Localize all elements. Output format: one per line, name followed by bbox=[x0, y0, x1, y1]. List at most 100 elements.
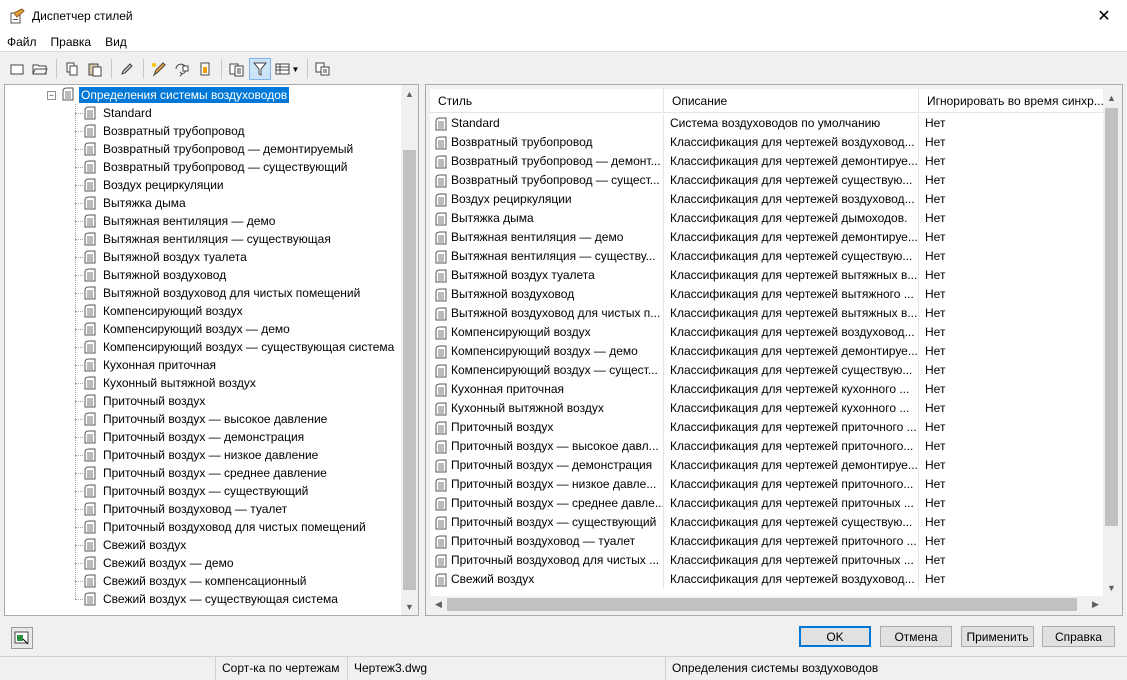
tree-item[interactable]: Свежий воздух — компенсационный bbox=[5, 572, 403, 590]
tree-item[interactable]: Воздух рециркуляции bbox=[5, 176, 403, 194]
tree-item-label: Свежий воздух bbox=[103, 538, 187, 552]
list-row[interactable]: Приточный воздух — существующий Классифик… bbox=[430, 513, 1104, 532]
edit-style-button[interactable] bbox=[116, 58, 138, 80]
list-row[interactable]: Возвратный трубопровод — сущест... Класси… bbox=[430, 171, 1104, 190]
cancel-button[interactable]: Отмена bbox=[880, 626, 952, 647]
tree-item[interactable]: Вытяжка дыма bbox=[5, 194, 403, 212]
list-vertical-scrollbar[interactable]: ▲ ▼ bbox=[1103, 89, 1120, 596]
inline-edit-button[interactable] bbox=[226, 58, 248, 80]
toggle-view-button[interactable] bbox=[11, 627, 33, 649]
tree-item[interactable]: Вытяжной воздуховод bbox=[5, 266, 403, 284]
style-name: Вытяжной воздуховод для чистых п... bbox=[451, 306, 661, 320]
scroll-left-icon[interactable]: ◀ bbox=[430, 596, 447, 613]
cell-style: Кухонный вытяжной воздух bbox=[430, 399, 664, 418]
list-row[interactable]: Вытяжная вентиляция — существу... Классиф… bbox=[430, 247, 1104, 266]
tree-item[interactable]: Вытяжной воздуховод для чистых помещений bbox=[5, 284, 403, 302]
list-row[interactable]: Вытяжной воздух туалета Классификация для… bbox=[430, 266, 1104, 285]
style-list[interactable]: Стиль Описание Игнорировать во время син… bbox=[430, 89, 1104, 596]
tree-item[interactable]: Вытяжная вентиляция — существующая bbox=[5, 230, 403, 248]
list-row[interactable]: Кухонный вытяжной воздух Классификация дл… bbox=[430, 399, 1104, 418]
column-header-description[interactable]: Описание bbox=[664, 89, 919, 113]
tree-item[interactable]: Вытяжная вентиляция — демо bbox=[5, 212, 403, 230]
tree-item[interactable]: Приточный воздуховод — туалет bbox=[5, 500, 403, 518]
scroll-thumb[interactable] bbox=[1105, 108, 1118, 526]
list-row[interactable]: Приточный воздуховод для чистых ... Класс… bbox=[430, 551, 1104, 570]
tree-item[interactable]: Приточный воздух — низкое давление bbox=[5, 446, 403, 464]
scroll-down-icon[interactable]: ▼ bbox=[1103, 579, 1120, 596]
tree-item[interactable]: Возвратный трубопровод — существующий bbox=[5, 158, 403, 176]
menu-edit[interactable]: Правка bbox=[44, 35, 99, 49]
ok-button[interactable]: OK bbox=[799, 626, 871, 647]
tree-vertical-scrollbar[interactable]: ▲ ▼ bbox=[401, 85, 418, 615]
list-row[interactable]: Кухонная приточная Классификация для черт… bbox=[430, 380, 1104, 399]
tree-item[interactable]: Приточный воздух — существующий bbox=[5, 482, 403, 500]
list-row[interactable]: Приточный воздуховод — туалет Классификац… bbox=[430, 532, 1104, 551]
tree-item[interactable]: Компенсирующий воздух — демо bbox=[5, 320, 403, 338]
scroll-up-icon[interactable]: ▲ bbox=[401, 85, 418, 102]
list-row[interactable]: Возвратный трубопровод Классификация для … bbox=[430, 133, 1104, 152]
tree-item[interactable]: Приточный воздуховод для чистых помещени… bbox=[5, 518, 403, 536]
list-row[interactable]: Приточный воздух — высокое давл... Класси… bbox=[430, 437, 1104, 456]
list-row[interactable]: Компенсирующий воздух — сущест... Классиф… bbox=[430, 361, 1104, 380]
tree-item[interactable]: Возвратный трубопровод bbox=[5, 122, 403, 140]
tree-item[interactable]: Возвратный трубопровод — демонтируемый bbox=[5, 140, 403, 158]
list-row[interactable]: Воздух рециркуляции Классификация для чер… bbox=[430, 190, 1104, 209]
tree-item[interactable]: Компенсирующий воздух bbox=[5, 302, 403, 320]
help-button[interactable]: Справка bbox=[1042, 626, 1115, 647]
scroll-down-icon[interactable]: ▼ bbox=[401, 598, 418, 615]
column-header-style[interactable]: Стиль bbox=[430, 89, 664, 113]
list-row[interactable]: Компенсирующий воздух Классификация для ч… bbox=[430, 323, 1104, 342]
cell-description: Классификация для чертежей вытяжного ... bbox=[664, 285, 919, 304]
tree-item[interactable]: Приточный воздух — среднее давление bbox=[5, 464, 403, 482]
paste-icon bbox=[88, 63, 102, 77]
tree-item[interactable]: Свежий воздух — демо bbox=[5, 554, 403, 572]
new-style-button[interactable] bbox=[148, 58, 170, 80]
filter-style-type-button[interactable] bbox=[249, 58, 271, 80]
tree-item[interactable]: Приточный воздух — высокое давление bbox=[5, 410, 403, 428]
tree-item[interactable]: Standard bbox=[5, 104, 403, 122]
scroll-right-icon[interactable]: ▶ bbox=[1087, 596, 1104, 613]
collapse-icon[interactable]: − bbox=[47, 90, 56, 100]
set-current-button[interactable] bbox=[194, 58, 216, 80]
tree-root[interactable]: − Определения системы воздуховодов bbox=[47, 86, 290, 104]
tree-item[interactable]: Свежий воздух bbox=[5, 536, 403, 554]
list-row[interactable]: Вытяжная вентиляция — демо Классификация … bbox=[430, 228, 1104, 247]
tree-item[interactable]: Приточный воздух bbox=[5, 392, 403, 410]
menu-file[interactable]: Файл bbox=[0, 35, 44, 49]
column-header-ignore-sync[interactable]: Игнорировать во время синхр... bbox=[919, 89, 1104, 113]
list-row[interactable]: Приточный воздух Классификация для чертеж… bbox=[430, 418, 1104, 437]
apply-button[interactable]: Применить bbox=[961, 626, 1034, 647]
list-horizontal-scrollbar[interactable]: ◀ ▶ bbox=[430, 596, 1104, 613]
tree-item[interactable]: Свежий воздух — существующая система bbox=[5, 590, 403, 608]
paste-button[interactable] bbox=[84, 58, 106, 80]
list-row[interactable]: Возвратный трубопровод — демонт... Класси… bbox=[430, 152, 1104, 171]
list-row[interactable]: Standard Система воздуховодов по умолчани… bbox=[430, 114, 1104, 133]
scroll-thumb[interactable] bbox=[403, 150, 416, 590]
list-row[interactable]: Приточный воздух — низкое давле... Класси… bbox=[430, 475, 1104, 494]
close-button[interactable]: ✕ bbox=[1081, 0, 1127, 32]
copy-button[interactable] bbox=[61, 58, 83, 80]
list-row[interactable]: Вытяжной воздуховод Классификация для чер… bbox=[430, 285, 1104, 304]
list-row[interactable]: Приточный воздух — среднее давле... Класс… bbox=[430, 494, 1104, 513]
purge-button[interactable] bbox=[171, 58, 193, 80]
list-row[interactable]: Компенсирующий воздух — демо Классификаци… bbox=[430, 342, 1104, 361]
menu-view[interactable]: Вид bbox=[98, 35, 134, 49]
list-row[interactable]: Вытяжной воздуховод для чистых п... Класс… bbox=[430, 304, 1104, 323]
tree-item[interactable]: Вытяжной воздух туалета bbox=[5, 248, 403, 266]
tree-item[interactable]: Компенсирующий воздух — существующая сис… bbox=[5, 338, 403, 356]
toolbar-separator bbox=[143, 59, 144, 79]
open-drawing-button[interactable] bbox=[29, 58, 51, 80]
tree-item[interactable]: Приточный воздух — демонстрация bbox=[5, 428, 403, 446]
scroll-up-icon[interactable]: ▲ bbox=[1103, 89, 1120, 106]
list-row[interactable]: Приточный воздух — демонстрация Классифик… bbox=[430, 456, 1104, 475]
scroll-thumb[interactable] bbox=[447, 598, 1077, 611]
list-row[interactable]: Свежий воздух Классификация для чертежей … bbox=[430, 570, 1104, 589]
show-display-button[interactable] bbox=[312, 58, 334, 80]
tree-item[interactable]: Кухонный вытяжной воздух bbox=[5, 374, 403, 392]
list-row[interactable]: Вытяжка дыма Классификация для чертежей д… bbox=[430, 209, 1104, 228]
view-options-button[interactable]: ▼ bbox=[272, 58, 302, 80]
style-tree[interactable]: − Определения системы воздуховодов Stand… bbox=[4, 84, 419, 616]
tree-item[interactable]: Кухонная приточная bbox=[5, 356, 403, 374]
tree-item-label: Вытяжная вентиляция — существующая bbox=[103, 232, 331, 246]
new-drawing-button[interactable] bbox=[6, 58, 28, 80]
